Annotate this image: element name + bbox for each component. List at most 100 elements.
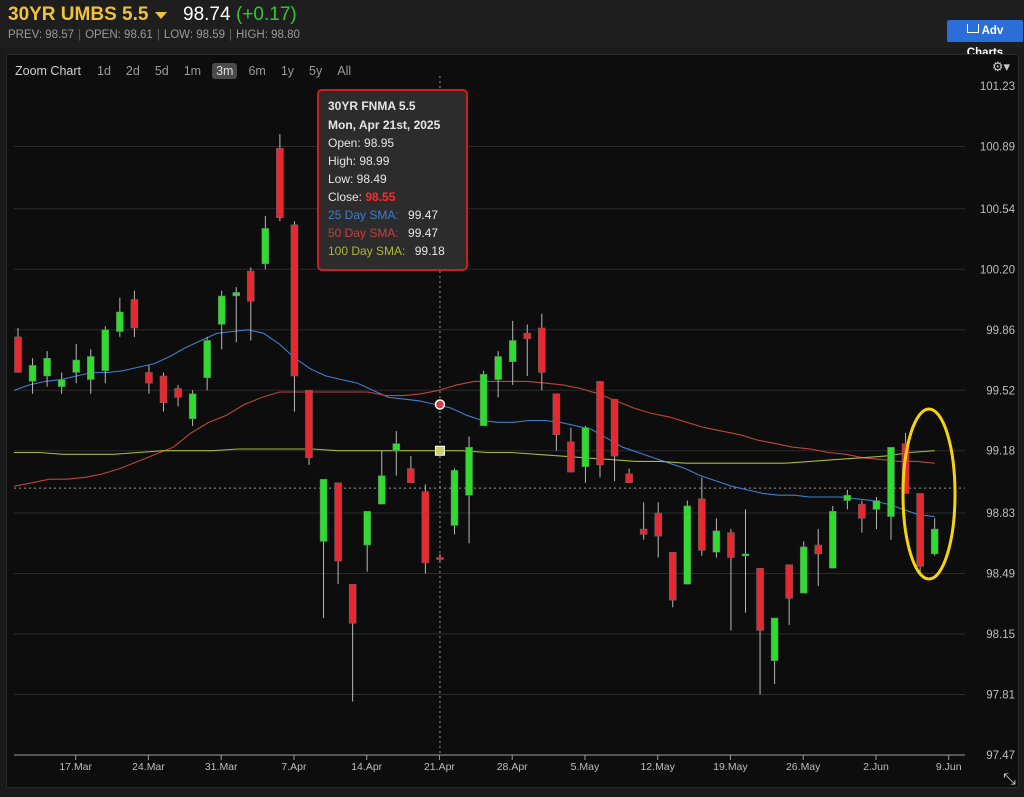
candle — [799, 541, 808, 594]
candle-body — [639, 528, 648, 535]
candle-body — [378, 475, 386, 505]
candle-body — [712, 530, 721, 553]
crosshair-marker-sma100 — [434, 445, 445, 456]
candle-body — [872, 500, 881, 510]
x-tick-label: 14.Apr — [351, 761, 382, 773]
candle-body — [14, 336, 22, 373]
candle — [363, 510, 371, 572]
candle-body — [625, 473, 633, 484]
candle — [159, 372, 168, 412]
candle — [523, 324, 531, 377]
candle — [261, 215, 270, 270]
candle — [479, 370, 488, 427]
candle-body — [203, 340, 211, 379]
candle — [465, 436, 473, 544]
candle-body — [217, 295, 226, 325]
candle — [378, 450, 386, 505]
candle-body — [523, 333, 531, 339]
y-tick-label: 99.86 — [986, 325, 1015, 337]
candle — [508, 320, 517, 385]
candle — [727, 529, 735, 631]
candle-body — [116, 311, 124, 332]
candle — [930, 518, 939, 556]
candle-body — [87, 356, 95, 380]
candle-body — [43, 357, 51, 377]
y-tick-label: 99.52 — [986, 385, 1015, 397]
tooltip-sma100-value: 99.18 — [414, 244, 445, 258]
candle-body — [159, 375, 168, 403]
candle — [698, 477, 706, 556]
candle — [741, 509, 750, 613]
candle-body — [334, 482, 342, 562]
candle — [276, 134, 284, 222]
price-chart[interactable]: 101.23 100.89 100.54 100.20 99.86 99.52 99.18 9… — [0, 0, 1024, 797]
candle — [290, 221, 299, 412]
candle — [581, 425, 590, 483]
candle — [625, 468, 633, 484]
candle — [217, 290, 226, 350]
candle-body — [188, 393, 197, 419]
candle — [596, 381, 604, 478]
candle — [858, 500, 866, 533]
candle — [101, 326, 110, 384]
y-tick-label: 99.18 — [986, 446, 1015, 458]
candle-body — [785, 564, 793, 599]
candle-body — [887, 446, 895, 517]
expand-icon[interactable]: ⤡ — [1003, 771, 1016, 789]
candle — [756, 567, 764, 695]
candle — [188, 390, 197, 426]
candle-body — [247, 270, 255, 302]
candle — [436, 553, 444, 562]
candle — [14, 327, 22, 373]
price-tooltip: 30YR FNMA 5.5 Mon, Apr 21st, 2025 Open: … — [317, 89, 468, 271]
candle-body — [843, 494, 852, 501]
candle-body — [829, 510, 837, 569]
candle — [814, 529, 822, 586]
candle-body — [494, 356, 502, 380]
candle-body — [101, 329, 110, 371]
candle — [712, 518, 721, 558]
candle — [552, 393, 561, 451]
x-tick-label: 2.Jun — [863, 761, 889, 773]
candle-body — [741, 553, 750, 557]
candle — [887, 446, 895, 540]
tooltip-date: Mon, Apr 21st, 2025 — [328, 118, 441, 132]
x-tick-label: 24.Mar — [132, 761, 165, 773]
candle-body — [465, 446, 473, 496]
tooltip-sma25-value: 99.47 — [408, 208, 439, 222]
tooltip-sma50-value: 99.47 — [408, 226, 439, 240]
candle-body — [421, 491, 430, 564]
candle-body — [261, 228, 270, 265]
x-tick-label: 17.Mar — [59, 761, 92, 773]
candle-body — [916, 493, 924, 567]
candle — [567, 427, 575, 473]
highlight-ellipse — [901, 407, 957, 581]
y-tick-label: 98.15 — [986, 629, 1015, 641]
x-tick-label: 5.May — [571, 761, 600, 773]
candle-body — [305, 390, 313, 459]
candle — [334, 482, 342, 585]
crosshair-marker-sma — [434, 399, 446, 410]
x-tick-label: 9.Jun — [936, 761, 962, 773]
candle-body — [814, 544, 822, 555]
x-tick-label: 21.Apr — [424, 761, 455, 773]
tooltip-sma50-label: 50 Day SMA: — [328, 226, 399, 240]
x-tick-label: 12.May — [640, 761, 675, 773]
candle-body — [596, 381, 604, 466]
y-tick-label: 98.49 — [986, 569, 1015, 581]
candle — [829, 505, 837, 569]
y-tick-label: 98.83 — [986, 508, 1015, 520]
candle — [421, 484, 430, 574]
candle-body — [145, 372, 153, 384]
candle-body — [28, 365, 37, 382]
candle — [28, 358, 37, 394]
candle-body — [610, 398, 619, 457]
candle — [669, 551, 677, 608]
x-tick-label: 28.Apr — [497, 761, 528, 773]
tooltip-close-label: Close: — [328, 190, 363, 204]
candle-body — [479, 373, 488, 427]
candle — [392, 431, 401, 476]
candle-body — [770, 617, 779, 661]
tooltip-instrument: 30YR FNMA 5.5 — [328, 99, 416, 113]
candle — [407, 456, 415, 484]
